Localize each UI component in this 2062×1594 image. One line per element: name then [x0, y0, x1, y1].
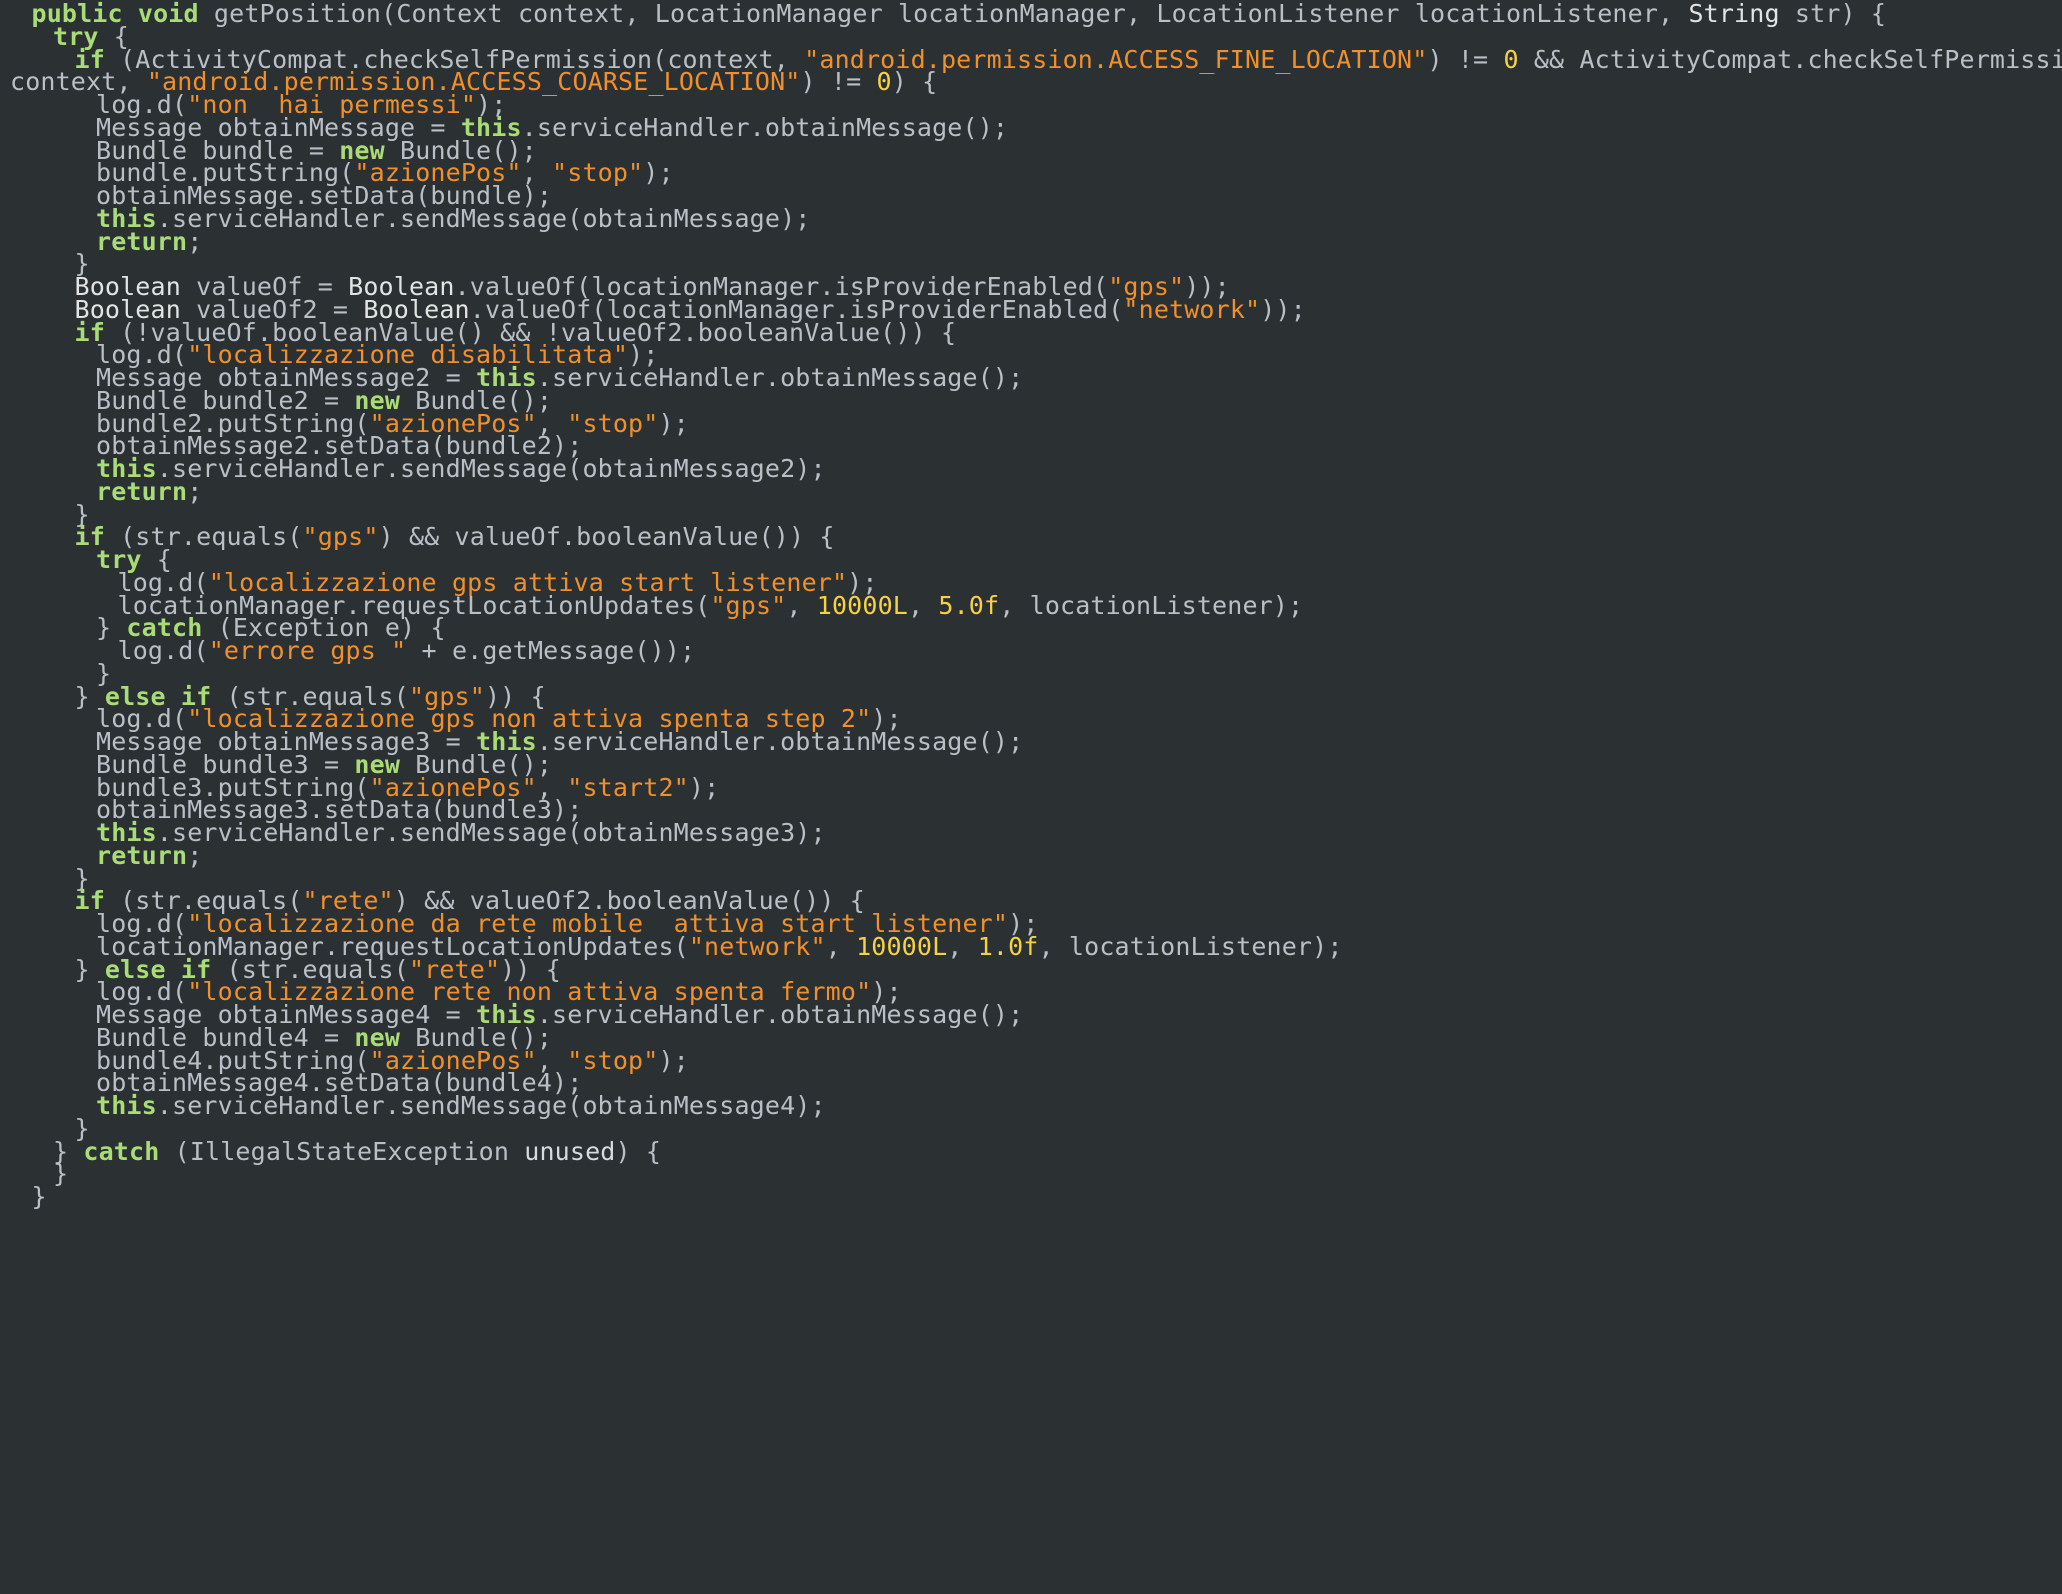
code-token: , locationListener); — [1038, 931, 1343, 961]
code-token: && ActivityCompat.checkSelfPermission( — [1518, 44, 2062, 74]
code-token: .serviceHandler.obtainMessage(); — [536, 363, 1024, 392]
code-token: unused — [524, 1136, 616, 1166]
code-line[interactable]: return; — [96, 227, 202, 257]
code-editor[interactable]: public void getPosition(Context context,… — [0, 0, 2062, 1594]
code-token: .serviceHandler.obtainMessage(); — [536, 1000, 1024, 1029]
code-token: .serviceHandler.sendMessage(obtainMessag… — [156, 203, 811, 233]
code-token: } — [31, 1182, 47, 1211]
code-token: (IllegalStateException — [159, 1136, 525, 1166]
code-line[interactable]: } — [53, 1159, 68, 1189]
code-token: String — [1688, 0, 1780, 28]
code-line[interactable]: log.d("errore gps " + e.getMessage()); — [118, 636, 696, 666]
code-line[interactable]: this.serviceHandler.sendMessage(obtainMe… — [96, 454, 826, 484]
code-token: ); — [643, 158, 674, 188]
code-line[interactable]: return; — [96, 841, 202, 871]
code-token: "network" — [688, 931, 826, 961]
code-token: 10000L — [856, 931, 948, 961]
code-token: this — [96, 1091, 157, 1120]
code-token: ); — [658, 1045, 689, 1075]
code-token: ) { — [891, 67, 938, 97]
code-line[interactable]: this.serviceHandler.sendMessage(obtainMe… — [96, 818, 826, 848]
code-token: "start2" — [567, 772, 689, 802]
code-token: "gps" — [302, 522, 379, 552]
code-token: .serviceHandler.sendMessage(obtainMessag… — [156, 1091, 826, 1120]
code-token: , — [786, 590, 817, 620]
code-token: ) && valueOf.booleanValue()) { — [378, 522, 835, 552]
code-token: "errore gps " — [208, 636, 407, 665]
code-token: .serviceHandler.sendMessage(obtainMessag… — [156, 818, 826, 847]
code-token: , — [908, 590, 939, 620]
code-token: )); — [1260, 294, 1306, 324]
code-token: return — [96, 226, 188, 256]
code-token: , locationListener); — [999, 590, 1304, 620]
code-token: + e.getMessage()); — [406, 636, 696, 665]
code-line[interactable]: public void getPosition(Context context,… — [32, 0, 1887, 29]
code-token: return — [96, 840, 188, 870]
code-line[interactable]: } — [32, 1182, 47, 1212]
code-token: 0 — [1503, 44, 1519, 74]
code-token: ; — [187, 840, 203, 870]
code-token: ); — [658, 408, 689, 438]
code-token: ); — [688, 772, 720, 802]
code-line[interactable]: this.serviceHandler.sendMessage(obtainMe… — [96, 1091, 826, 1121]
code-line[interactable]: } catch (IllegalStateException unused) { — [53, 1137, 661, 1167]
code-token: "stop" — [552, 158, 644, 188]
code-line[interactable]: return; — [96, 477, 202, 507]
code-token: 5.0f — [938, 590, 1000, 620]
code-token: .serviceHandler.sendMessage(obtainMessag… — [156, 454, 826, 483]
code-token: 0 — [876, 67, 892, 97]
code-token: ; — [187, 226, 203, 256]
code-token: getPosition(Context context, LocationMan… — [198, 0, 1689, 28]
code-token: return — [96, 476, 188, 506]
code-token: ) != — [1427, 44, 1504, 74]
code-token: .serviceHandler.obtainMessage(); — [521, 112, 1009, 142]
code-token: catch — [83, 1136, 160, 1166]
code-token: log.d( — [117, 636, 209, 665]
code-token: ; — [187, 476, 203, 506]
code-line[interactable]: this.serviceHandler.sendMessage(obtainMe… — [96, 204, 810, 234]
code-token: 1.0f — [977, 931, 1039, 961]
code-token: } — [53, 1159, 69, 1189]
code-token: ) != — [800, 67, 877, 97]
code-token: .serviceHandler.obtainMessage(); — [536, 727, 1024, 756]
code-token: str) { — [1779, 0, 1887, 28]
code-line[interactable]: if (str.equals("gps") && valueOf.boolean… — [75, 522, 835, 552]
code-token: , — [947, 931, 978, 961]
code-token: 10000L — [816, 590, 908, 620]
code-token: , — [825, 931, 857, 961]
code-token: "gps" — [710, 590, 787, 620]
code-token: "network" — [1123, 294, 1261, 324]
code-token: ) { — [615, 1136, 662, 1166]
